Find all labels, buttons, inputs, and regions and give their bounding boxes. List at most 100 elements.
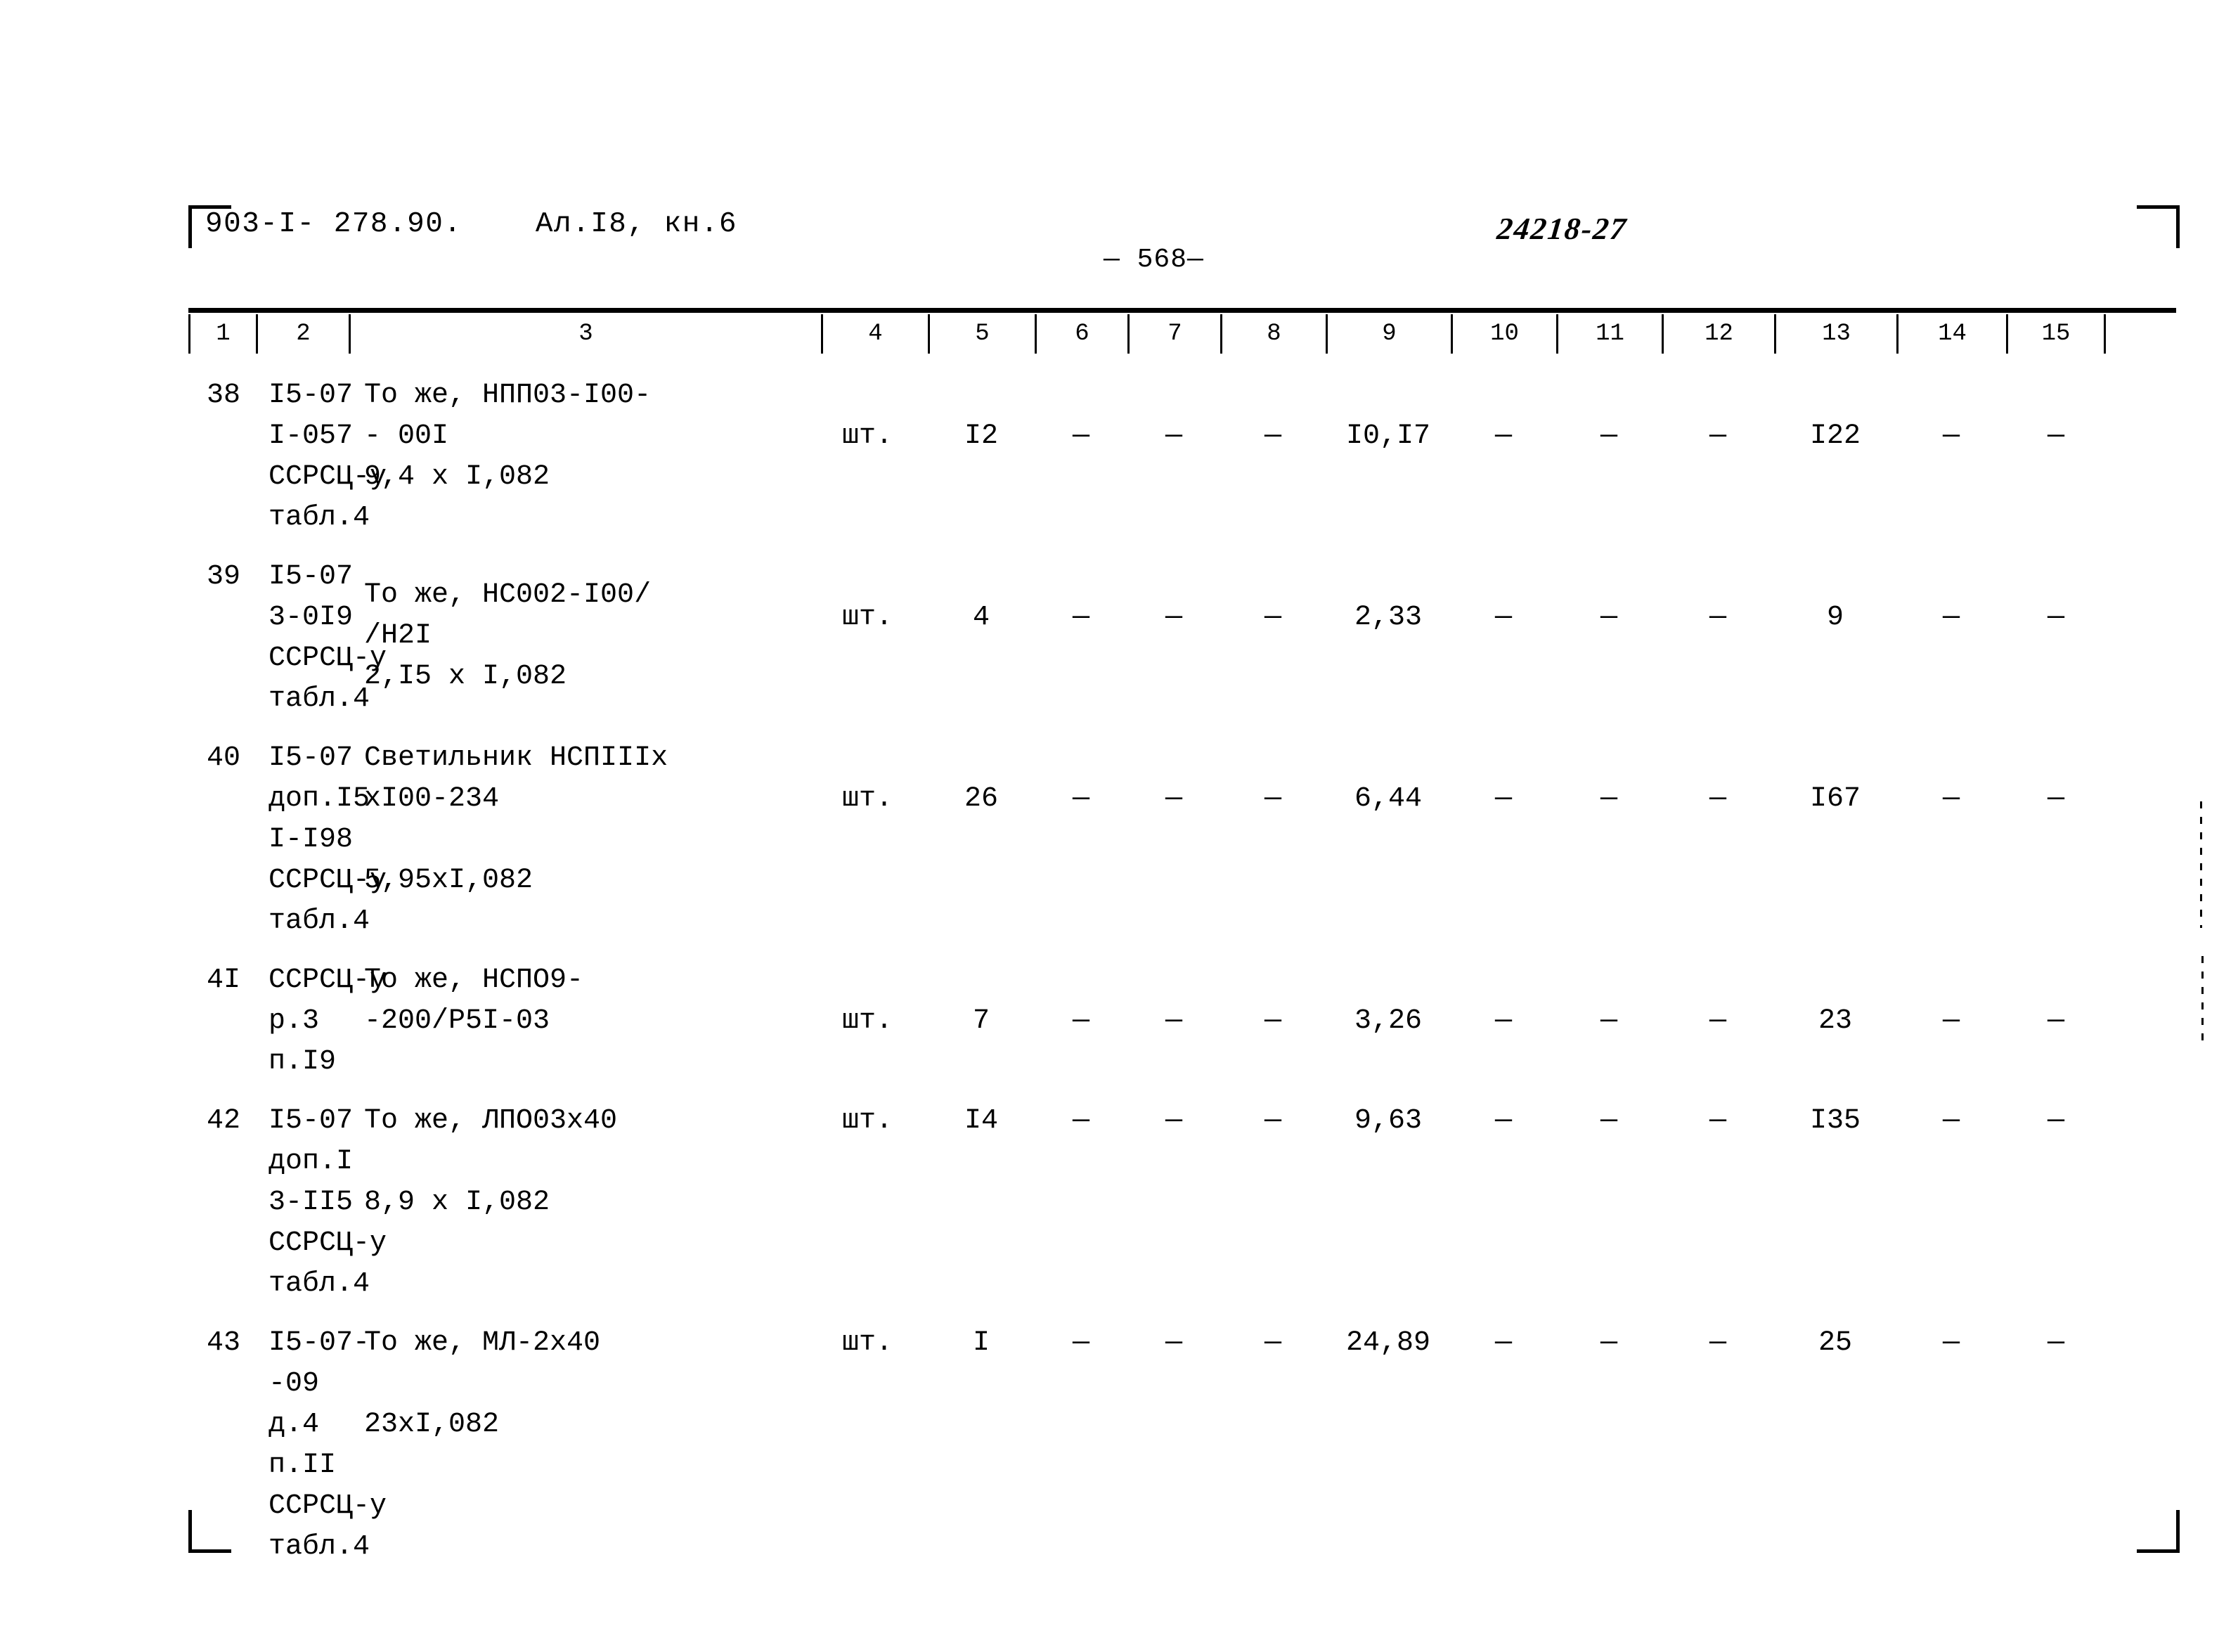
code-line: п.I9	[269, 1046, 337, 1078]
row-unit: шт.	[842, 1105, 893, 1137]
row-number: 4I	[206, 964, 240, 996]
table-row: 4I ССРСЦ-у р.3 п.I9 То же, НСПО9- -200/Р5I-…	[188, 960, 2176, 1083]
row-unit: шт.	[842, 783, 893, 815]
row-col7: —	[1165, 1327, 1182, 1359]
row-col9: 3,26	[1354, 1005, 1422, 1037]
row-code-cell: I5-07- -09 д.4 п.II ССРСЦ-у табл.4	[256, 1323, 387, 1568]
code-line: I-I98	[269, 824, 354, 856]
row-col9: 24,89	[1345, 1327, 1431, 1359]
col-header-11: 11	[1556, 314, 1662, 354]
row-col8: —	[1264, 1327, 1281, 1359]
row-number: 42	[206, 1105, 240, 1137]
description-line: -200/Р5I-03	[364, 1005, 550, 1037]
col-header-5: 5	[928, 314, 1035, 354]
table-row: 42 I5-07 доп.I 3-II5 ССРСЦ-у табл.4 То же, Л…	[188, 1101, 2176, 1305]
row-description-cell: То же, НПП03-I00- - 00I 9,4 х I,082	[349, 375, 821, 498]
row-col15: —	[2047, 1327, 2064, 1359]
row-col10: —	[1494, 783, 1512, 815]
row-code-cell: I5-07 доп.I5 I-I98 ССРСЦ-у табл.4	[256, 738, 387, 942]
row-number: 40	[206, 742, 240, 774]
row-col9: 9,63	[1354, 1105, 1422, 1137]
corner-mark-top-right	[2137, 205, 2180, 248]
description-line: Светильник НСПIIIх	[364, 742, 668, 774]
row-quantity: 7	[972, 1005, 990, 1037]
code-line: I5-07	[269, 742, 354, 774]
code-line: п.II	[269, 1450, 337, 1481]
col-header-15: 15	[2006, 314, 2106, 354]
row-unit: шт.	[842, 1327, 893, 1359]
row-col6: —	[1072, 602, 1089, 633]
row-unit: шт.	[842, 602, 893, 633]
description-line: /Н2I	[364, 620, 432, 652]
code-line: табл.4	[269, 502, 370, 534]
code-line: -09	[269, 1368, 320, 1400]
row-col13: I22	[1809, 420, 1861, 452]
code-line: I5-07-	[269, 1327, 370, 1359]
row-col9: 6,44	[1354, 783, 1422, 815]
table-row: 40 I5-07 доп.I5 I-I98 ССРСЦ-у табл.4 Светиль…	[188, 738, 2176, 942]
row-col12: —	[1709, 1105, 1726, 1137]
row-col6: —	[1072, 1105, 1089, 1137]
row-unit: шт.	[842, 420, 893, 452]
row-col14: —	[1942, 1005, 1960, 1037]
description-spacer	[364, 820, 821, 860]
code-line: табл.4	[269, 905, 370, 937]
code-line: д.4	[269, 1409, 320, 1440]
row-col15: —	[2047, 602, 2064, 633]
row-col15: —	[2047, 420, 2064, 452]
scan-artifact-dashes-lower	[2201, 956, 2204, 1040]
code-line: ССРСЦ-у	[269, 865, 387, 896]
row-col15: —	[2047, 1105, 2064, 1137]
col-header-13: 13	[1774, 314, 1896, 354]
col-header-9: 9	[1326, 314, 1451, 354]
row-col14: —	[1942, 783, 1960, 815]
row-quantity: I2	[964, 420, 998, 452]
row-col13: I35	[1809, 1105, 1861, 1137]
row-col11: —	[1600, 1005, 1617, 1037]
description-line: хI00-234	[364, 783, 500, 815]
description-line: 2,I5 х I,082	[364, 661, 567, 692]
col-header-7: 7	[1127, 314, 1220, 354]
document-header-code: 903-I- 278.90. Ал.I8, кн.6	[205, 208, 737, 240]
row-description-cell: То же, МЛ-2х40 23хI,082	[349, 1323, 821, 1445]
row-number: 38	[206, 380, 240, 411]
page-number: — 568—	[1104, 245, 1204, 275]
row-col7: —	[1165, 783, 1182, 815]
row-col13: 25	[1818, 1327, 1852, 1359]
code-line: 3-II5	[269, 1187, 354, 1218]
col-header-8: 8	[1220, 314, 1326, 354]
scan-artifact-dashes	[2200, 801, 2202, 928]
code-line: р.3	[269, 1005, 320, 1037]
row-col8: —	[1264, 420, 1281, 452]
row-number: 43	[206, 1327, 240, 1359]
row-col10: —	[1494, 1327, 1512, 1359]
row-description-cell: Светильник НСПIIIх хI00-234 5,95хI,082	[349, 738, 821, 901]
document-page: 903-I- 278.90. Ал.I8, кн.6 — 568— 24218-…	[0, 0, 2238, 1652]
row-code-cell: I5-07 I-057 ССРСЦ-у табл.4	[256, 375, 387, 538]
row-col11: —	[1600, 783, 1617, 815]
row-col7: —	[1165, 1005, 1182, 1037]
row-col14: —	[1942, 1105, 1960, 1137]
row-code-cell: I5-07 3-0I9 ССРСЦ-у табл.4	[256, 557, 387, 720]
description-spacer	[364, 1142, 821, 1182]
col-header-3: 3	[349, 314, 821, 354]
row-col12: —	[1709, 783, 1726, 815]
col-header-10: 10	[1451, 314, 1556, 354]
code-line: ССРСЦ-у	[269, 461, 387, 493]
code-line: табл.4	[269, 1268, 370, 1300]
row-description-cell: То же, НСПО9- -200/Р5I-03	[349, 960, 821, 1042]
table-column-header-band: 1 2 3 4 5 6 7 8 9 10 11 12 13 14 15	[188, 308, 2176, 354]
code-line: ССРСЦ-у	[269, 643, 387, 674]
album-reference: Ал.I8, кн.6	[535, 208, 738, 240]
code-line: ССРСЦ-у	[269, 1227, 387, 1259]
row-col15: —	[2047, 1005, 2064, 1037]
row-col8: —	[1264, 783, 1281, 815]
code-line: I5-07	[269, 1105, 354, 1137]
col-header-6: 6	[1035, 314, 1127, 354]
specification-table-body: 38 I5-07 I-057 ССРСЦ-у табл.4 То же, НПП03-…	[188, 366, 2176, 1568]
row-col13: 9	[1826, 602, 1844, 633]
code-line: табл.4	[269, 1531, 370, 1563]
table-row: 38 I5-07 I-057 ССРСЦ-у табл.4 То же, НПП03-…	[188, 375, 2176, 538]
row-col10: —	[1494, 602, 1512, 633]
code-line: I-057	[269, 420, 354, 452]
